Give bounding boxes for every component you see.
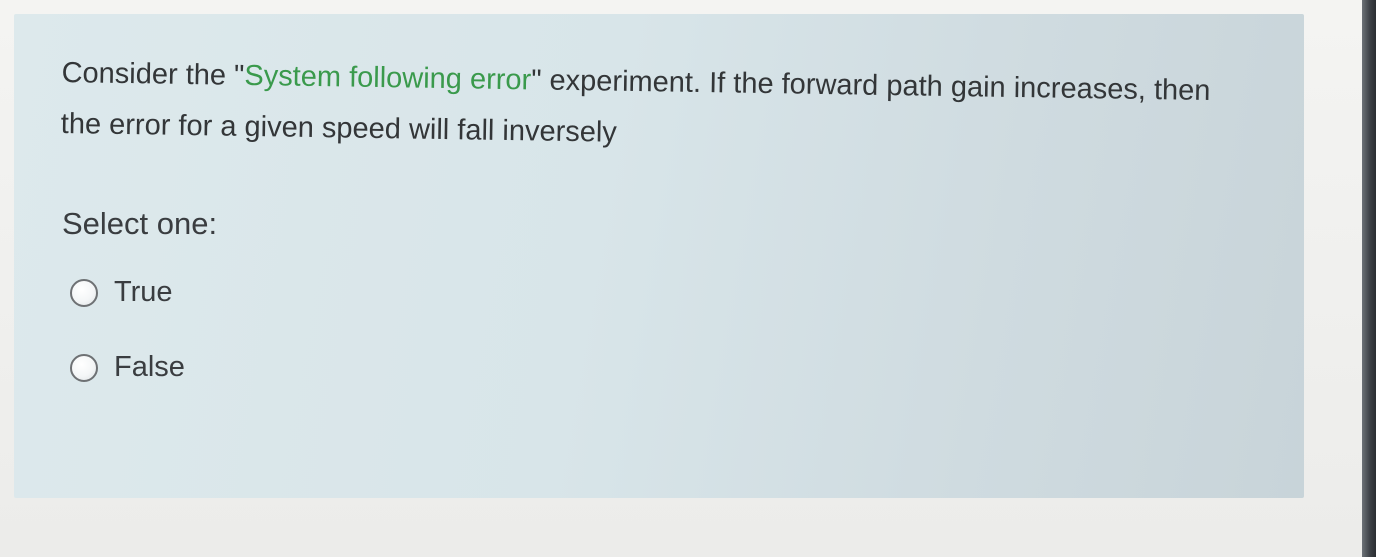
question-card: Consider the "System following error" ex… (14, 14, 1304, 498)
monitor-bezel-edge (1362, 0, 1376, 557)
select-one-prompt: Select one: (62, 206, 218, 241)
option-true[interactable]: True (70, 276, 173, 309)
question-text: Consider the "System following error" ex… (60, 48, 1241, 169)
option-true-label[interactable]: True (114, 276, 173, 309)
question-highlight-link: System following error (244, 59, 532, 97)
option-false-label[interactable]: False (114, 351, 185, 384)
radio-unselected-icon[interactable] (70, 353, 98, 382)
radio-unselected-icon[interactable] (70, 278, 98, 307)
question-text-before: Consider the " (61, 56, 245, 92)
option-false[interactable]: False (70, 351, 185, 384)
screen: Consider the "System following error" ex… (0, 0, 1376, 557)
